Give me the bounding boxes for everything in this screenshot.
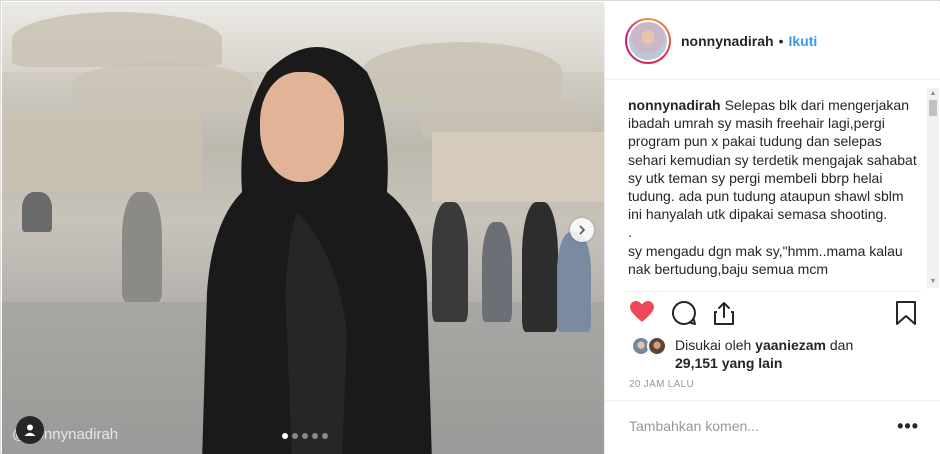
user-tag-button[interactable]: [16, 416, 44, 444]
photo-building: [432, 132, 604, 202]
share-icon[interactable]: [711, 300, 739, 328]
heart-icon[interactable]: [629, 300, 657, 328]
carousel-dot: [282, 433, 288, 439]
comment-input[interactable]: [629, 418, 869, 434]
scroll-down-icon[interactable]: ▼: [927, 276, 939, 288]
action-bar: [629, 300, 919, 330]
follow-button[interactable]: Ikuti: [788, 33, 817, 49]
avatar: [647, 336, 667, 356]
divider: [605, 400, 940, 401]
liker-avatars[interactable]: [631, 336, 671, 358]
post-side-panel: nonnynadirah • Ikuti nonnynadirah Selepas…: [604, 2, 940, 454]
carousel-dot: [292, 433, 298, 439]
photo-crowd-person: [482, 222, 512, 322]
caption: nonnynadirah Selepas blk dari mengerjakan…: [628, 96, 918, 278]
next-arrow-icon[interactable]: [570, 218, 594, 242]
post-photo[interactable]: @nonnynadirah: [2, 2, 604, 454]
likes-section: Disukai oleh yaaniezam dan 29,151 yang l…: [631, 336, 853, 372]
header-separator: •: [778, 32, 784, 49]
post-timestamp[interactable]: 20 JAM LALU: [629, 379, 694, 390]
liker-username[interactable]: yaaniezam: [755, 337, 826, 353]
photo-crowd-person: [122, 192, 162, 302]
caption-text: Selepas blk dari mengerjakan ibadah umra…: [628, 97, 917, 277]
scrollbar-thumb[interactable]: [929, 100, 937, 116]
header-username[interactable]: nonnynadirah: [681, 33, 774, 49]
user-tag-icon: [16, 416, 44, 444]
post-dialog: @nonnynadirah nonnynadirah • Ikuti nonny…: [0, 0, 940, 454]
post-header: nonnynadirah • Ikuti: [605, 2, 940, 80]
photo-subject-face: [260, 72, 344, 182]
avatar[interactable]: [625, 17, 671, 64]
more-options-button[interactable]: •••: [897, 417, 919, 435]
caption-username[interactable]: nonnynadirah: [628, 97, 721, 113]
divider: [625, 291, 921, 292]
likes-prefix: Disukai oleh: [675, 337, 752, 353]
photo-crowd-person: [22, 192, 52, 232]
carousel-dot: [312, 433, 318, 439]
comment-icon[interactable]: [671, 300, 699, 328]
comment-box: •••: [629, 416, 919, 436]
scrollbar-track[interactable]: [927, 88, 939, 288]
photo-crowd-person: [522, 202, 558, 332]
bookmark-icon[interactable]: [895, 300, 923, 328]
likes-conjunction: dan: [829, 337, 854, 353]
likes-text: Disukai oleh yaaniezam dan 29,151 yang l…: [675, 336, 853, 372]
carousel-dot: [322, 433, 328, 439]
likes-count[interactable]: 29,151 yang lain: [675, 355, 782, 371]
photo-umbrella: [12, 12, 222, 67]
photo-crowd-person: [557, 232, 591, 332]
photo-building: [2, 112, 202, 192]
carousel-indicator: [282, 433, 328, 439]
photo-crowd-person: [432, 202, 468, 322]
scroll-up-icon[interactable]: ▲: [927, 88, 939, 100]
photo-umbrella: [422, 97, 592, 137]
caption-area[interactable]: nonnynadirah Selepas blk dari mengerjakan…: [605, 88, 940, 288]
carousel-dot: [302, 433, 308, 439]
